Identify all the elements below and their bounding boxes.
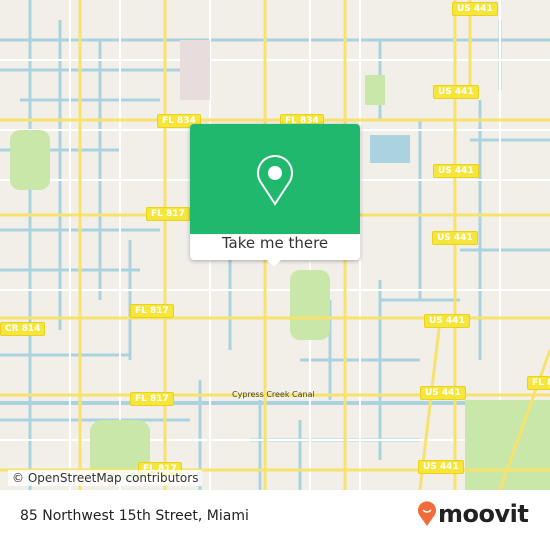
road-shield: US 441 xyxy=(433,85,479,99)
moovit-wordmark: moovit xyxy=(438,500,529,528)
map-pin-icon xyxy=(257,155,293,206)
road-shield: US 441 xyxy=(418,460,464,474)
road-shield: US 441 xyxy=(424,314,470,328)
road-shield: FL 8 xyxy=(527,376,550,390)
address-text: 85 Northwest 15th Street, Miami xyxy=(20,508,249,524)
road-shield: CR 814 xyxy=(0,322,46,336)
road-shield: FL 817 xyxy=(130,304,174,318)
moovit-pin-icon xyxy=(418,501,436,526)
road-shield: FL 817 xyxy=(146,207,190,221)
take-me-there-popup[interactable]: Take me there xyxy=(190,124,360,267)
road-shield: FL 817 xyxy=(130,392,174,406)
canal-label: Cypress Creek Canal xyxy=(232,390,315,399)
moovit-logo[interactable]: moovit xyxy=(418,500,529,528)
road-shield: US 441 xyxy=(432,231,478,245)
road-shield: US 441 xyxy=(433,164,479,178)
road-shield: US 441 xyxy=(420,386,466,400)
road-shield: US 441 xyxy=(452,2,498,16)
take-me-there-button[interactable]: Take me there xyxy=(190,234,360,252)
footer: 85 Northwest 15th Street, Miami moovit xyxy=(0,490,550,550)
map[interactable]: US 441 US 441 US 441 US 441 US 441 US 441 US 4… xyxy=(0,0,550,490)
attribution[interactable]: © OpenStreetMap contributors xyxy=(8,470,203,486)
